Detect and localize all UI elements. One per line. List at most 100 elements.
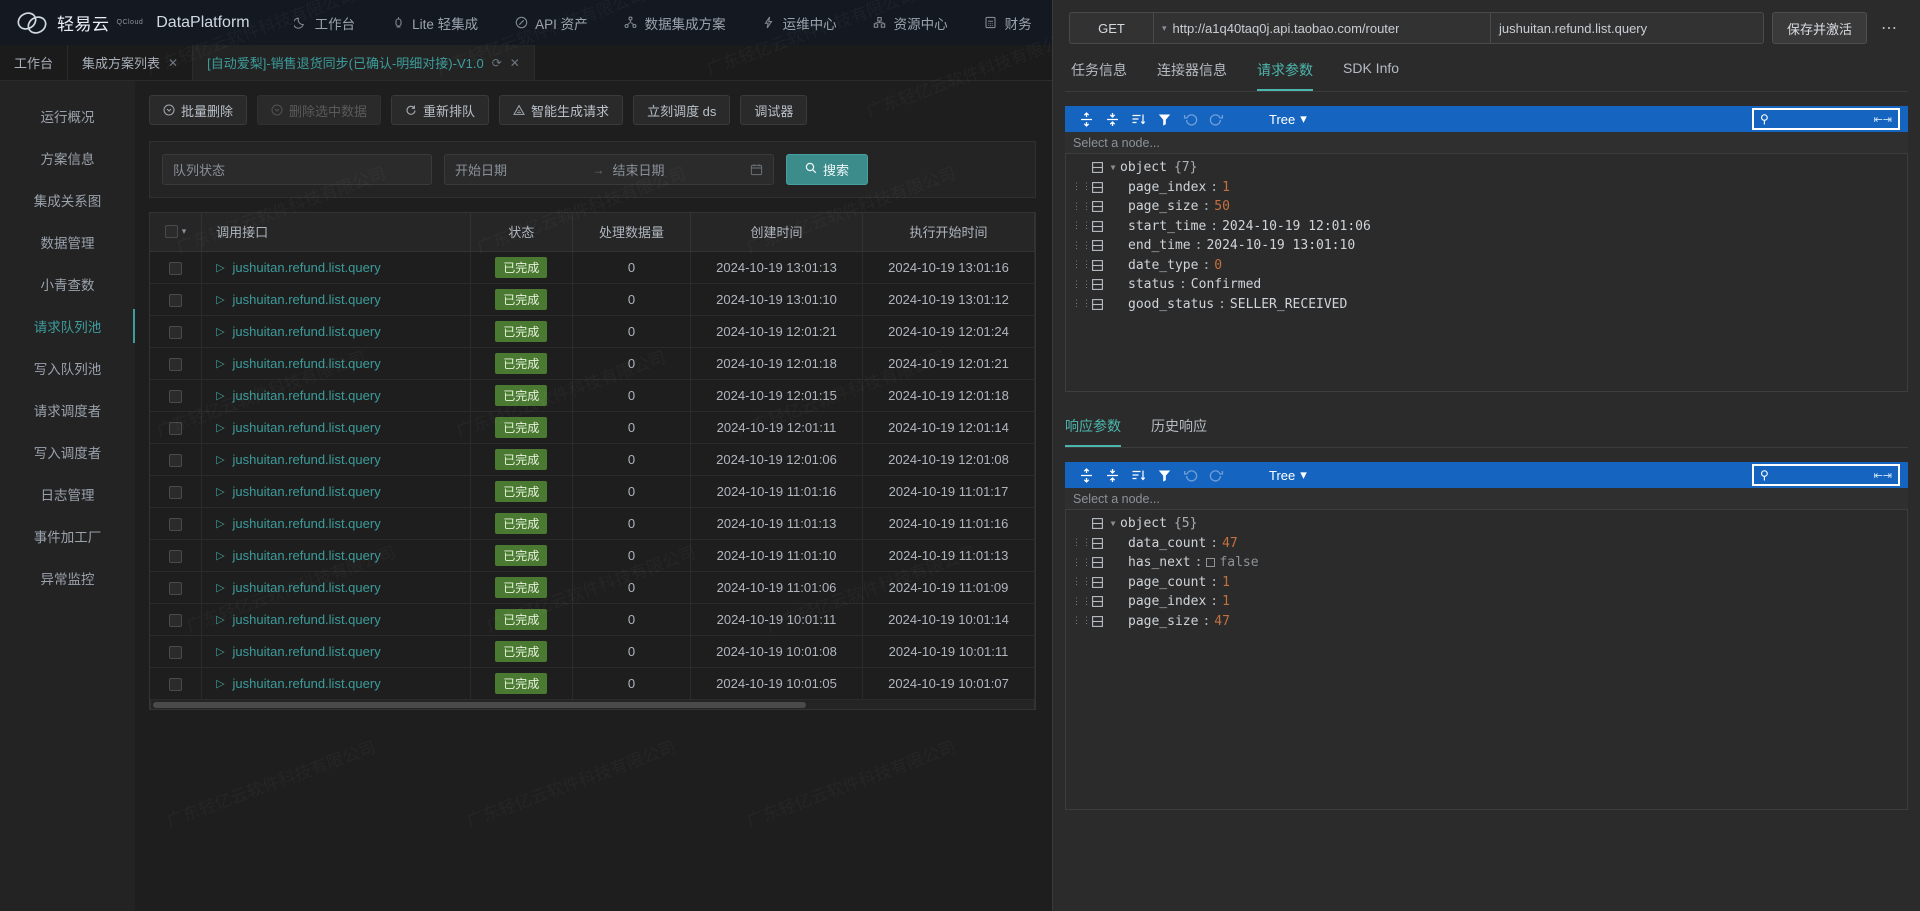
row-checkbox[interactable]: [169, 645, 183, 659]
row-checkbox-cell[interactable]: [150, 251, 203, 284]
node-type-icon[interactable]: [1088, 537, 1106, 549]
json-row[interactable]: ⋮⋮ page_size:50: [1066, 197, 1907, 217]
chevron-down-icon[interactable]: ▼: [1106, 519, 1120, 528]
drag-handle[interactable]: ⋮⋮: [1072, 617, 1091, 626]
row-checkbox-cell[interactable]: [150, 475, 203, 508]
row-checkbox[interactable]: [169, 485, 183, 499]
row-checkbox-cell[interactable]: [150, 571, 203, 604]
run-icon[interactable]: ▷: [216, 517, 224, 530]
node-type-icon[interactable]: [1088, 557, 1106, 569]
drag-handle[interactable]: ⋮⋮: [1072, 202, 1091, 211]
row-api-cell[interactable]: ▷ jushuitan.refund.list.query: [201, 379, 471, 412]
http-method-select[interactable]: GET: [1070, 13, 1154, 43]
row-api-cell[interactable]: ▷ jushuitan.refund.list.query: [201, 507, 471, 540]
table-row[interactable]: ▷ jushuitan.refund.list.query 已完成 0 2024-10-…: [150, 475, 1035, 508]
batch-delete-button[interactable]: 批量删除: [149, 95, 248, 125]
table-row[interactable]: ▷ jushuitan.refund.list.query 已完成 0 2024-10-…: [150, 635, 1035, 668]
row-checkbox[interactable]: [169, 325, 183, 339]
row-api-cell[interactable]: ▷ jushuitan.refund.list.query: [201, 411, 471, 444]
chevron-down-icon[interactable]: ▼: [1106, 163, 1120, 172]
row-checkbox[interactable]: [169, 421, 183, 435]
node-type-icon[interactable]: [1088, 220, 1106, 232]
json-row[interactable]: ⋮⋮ date_type:0: [1066, 256, 1907, 276]
redo-icon[interactable]: [1203, 462, 1229, 488]
redo-icon[interactable]: [1203, 106, 1229, 132]
tab-sdk-info[interactable]: SDK Info: [1343, 60, 1399, 91]
row-checkbox-cell[interactable]: [150, 315, 203, 348]
column-header-created[interactable]: 创建时间: [690, 213, 864, 252]
undo-icon[interactable]: [1177, 462, 1203, 488]
run-icon[interactable]: ▷: [216, 485, 224, 498]
row-api-cell[interactable]: ▷ jushuitan.refund.list.query: [201, 347, 471, 380]
json-row[interactable]: ⋮⋮ page_size:47: [1066, 612, 1907, 632]
column-header-status[interactable]: 状态: [470, 213, 573, 252]
undo-icon[interactable]: [1177, 106, 1203, 132]
sort-icon[interactable]: [1125, 462, 1151, 488]
request-url-input[interactable]: ▾ http://a1q40taq0j.api.taobao.com/route…: [1154, 13, 1491, 43]
json-row[interactable]: ⋮⋮ end_time:2024-10-19 13:01:10: [1066, 236, 1907, 256]
row-api-cell[interactable]: ▷ jushuitan.refund.list.query: [201, 539, 471, 572]
table-row[interactable]: ▷ jushuitan.refund.list.query 已完成 0 2024-10-…: [150, 667, 1035, 700]
chevron-down-icon[interactable]: ▾: [182, 226, 187, 237]
doc-tab-solution-list[interactable]: 集成方案列表 ✕: [68, 45, 194, 80]
json-row[interactable]: ⋮⋮ has_next: false: [1066, 553, 1907, 573]
sidebar-item-request-scheduler[interactable]: 请求调度者: [0, 389, 135, 431]
row-checkbox-cell[interactable]: [150, 667, 203, 700]
tab-task-info[interactable]: 任务信息: [1071, 60, 1127, 91]
sidebar-item-data-management[interactable]: 数据管理: [0, 221, 135, 263]
run-icon[interactable]: ▷: [216, 421, 224, 434]
row-checkbox[interactable]: [169, 517, 183, 531]
row-api-cell[interactable]: ▷ jushuitan.refund.list.query: [201, 251, 471, 284]
row-checkbox[interactable]: [169, 357, 183, 371]
more-options-icon[interactable]: ⋯: [1875, 18, 1904, 38]
json-row[interactable]: ⋮⋮ data_count:47: [1066, 534, 1907, 554]
table-row[interactable]: ▷ jushuitan.refund.list.query 已完成 0 2024-10-…: [150, 379, 1035, 412]
scrollbar-thumb[interactable]: [153, 701, 807, 708]
boolean-checkbox[interactable]: [1206, 558, 1216, 568]
expand-all-icon[interactable]: [1073, 462, 1099, 488]
row-api-cell[interactable]: ▷ jushuitan.refund.list.query: [201, 667, 471, 700]
tab-response-history[interactable]: 历史响应: [1151, 416, 1207, 447]
sidebar-item-overview[interactable]: 运行概况: [0, 95, 135, 137]
run-icon[interactable]: ▷: [216, 677, 224, 690]
close-icon[interactable]: ✕: [168, 56, 178, 70]
schedule-now-button[interactable]: 立刻调度 ds: [633, 95, 731, 125]
node-type-icon[interactable]: [1088, 576, 1106, 588]
run-icon[interactable]: ▷: [216, 293, 224, 306]
end-date-input[interactable]: 结束日期: [613, 160, 743, 179]
node-type-icon[interactable]: [1088, 181, 1106, 193]
node-type-icon[interactable]: [1088, 162, 1106, 174]
run-icon[interactable]: ▷: [216, 325, 224, 338]
json-row[interactable]: ⋮⋮ page_index:1: [1066, 178, 1907, 198]
drag-handle[interactable]: ⋮⋮: [1072, 241, 1091, 250]
refresh-icon[interactable]: ⟳: [492, 56, 502, 70]
debugger-button[interactable]: 调试器: [740, 95, 808, 125]
json-search-box[interactable]: ⚲ ⇤⇥: [1752, 108, 1900, 130]
save-and-activate-button[interactable]: 保存并激活: [1771, 12, 1867, 44]
tab-connector-info[interactable]: 连接器信息: [1157, 60, 1227, 91]
run-icon[interactable]: ▷: [216, 645, 224, 658]
row-checkbox[interactable]: [169, 677, 183, 691]
drag-handle[interactable]: ⋮⋮: [1072, 261, 1091, 270]
search-prev-next-icon[interactable]: ⇤⇥: [1874, 469, 1892, 482]
nav-item-api-assets[interactable]: API 资产: [496, 0, 606, 45]
json-search-box[interactable]: ⚲ ⇤⇥: [1752, 464, 1900, 486]
row-checkbox[interactable]: [169, 581, 183, 595]
chevron-down-icon[interactable]: ▾: [1162, 23, 1167, 34]
run-icon[interactable]: ▷: [216, 261, 224, 274]
doc-tab-workbench[interactable]: 工作台: [0, 45, 69, 80]
collapse-all-icon[interactable]: [1099, 106, 1125, 132]
drag-handle[interactable]: ⋮⋮: [1072, 300, 1091, 309]
response-json-tree[interactable]: ▼ object {5} ⋮⋮ data_count:47 ⋮⋮ has_next: fals…: [1065, 510, 1908, 810]
search-button[interactable]: 搜索: [786, 154, 869, 185]
run-icon[interactable]: ▷: [216, 453, 224, 466]
json-row[interactable]: ⋮⋮ page_index:1: [1066, 592, 1907, 612]
table-row[interactable]: ▷ jushuitan.refund.list.query 已完成 0 2024-10-…: [150, 411, 1035, 444]
brand-logo[interactable]: 轻易云 QCloud DataPlatform: [16, 8, 250, 38]
row-checkbox[interactable]: [169, 389, 183, 403]
nav-item-ops-center[interactable]: 运维中心: [744, 0, 855, 45]
close-icon[interactable]: ✕: [510, 56, 520, 70]
json-row[interactable]: ⋮⋮ start_time:2024-10-19 12:01:06: [1066, 217, 1907, 237]
tab-request-params[interactable]: 请求参数: [1257, 60, 1313, 91]
row-checkbox[interactable]: [169, 613, 183, 627]
